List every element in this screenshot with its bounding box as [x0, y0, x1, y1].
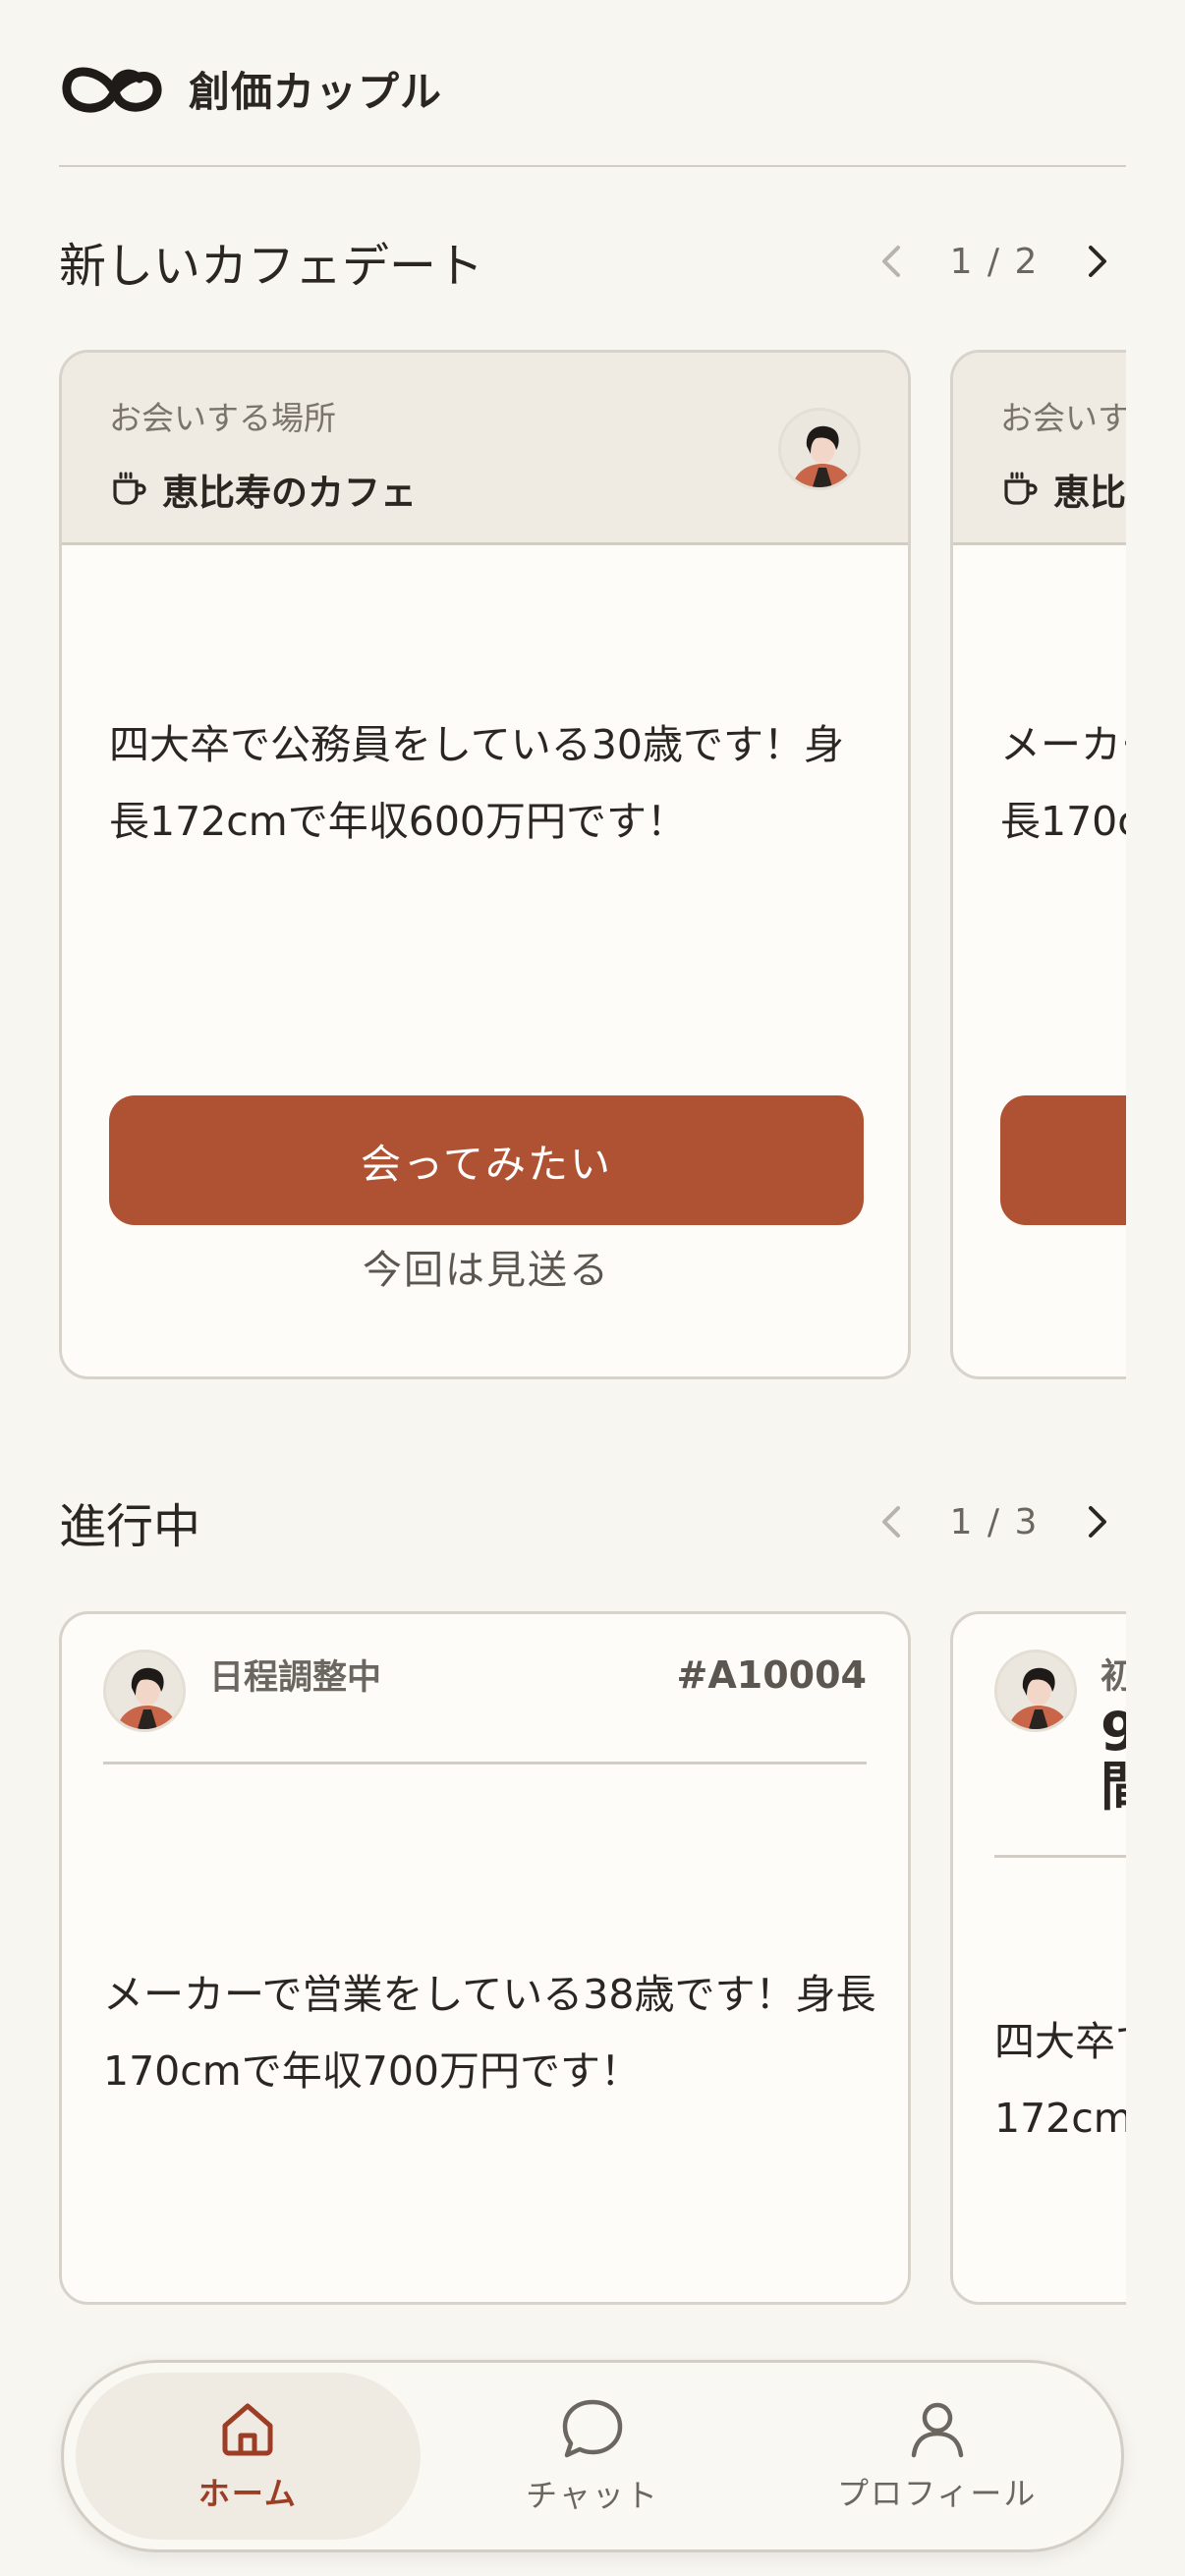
place-name: 恵比寿のカフェ: [1053, 472, 1126, 514]
place-row: 恵比寿のカフェ: [1000, 463, 1126, 516]
status-label: 日程調整中: [209, 1658, 382, 1698]
cafe-section-header: 新しいカフェデート 1 / 2: [59, 227, 1126, 296]
bottom-nav: ホーム チャット プロフィール: [61, 2360, 1124, 2552]
chat-icon: [562, 2399, 623, 2458]
status-label: 初 9 間: [1100, 1650, 1126, 1815]
cafe-date-card: お会いする場所 恵比寿のカフェ メーカーで営業をしている38歳です！身長170c…: [950, 350, 1126, 1379]
chevron-left-icon[interactable]: [867, 1497, 916, 1546]
coffee-cup-icon: [1004, 472, 1038, 505]
status-detail: 9: [1100, 1705, 1126, 1760]
avatar: [103, 1650, 186, 1732]
profile-intro: メーカーで営業をしている38歳です！身長170cmで年収700万円です！: [1000, 721, 1126, 845]
chevron-right-icon[interactable]: [1073, 237, 1122, 286]
place-caption: お会いする場所: [1000, 399, 1126, 437]
nav-item-home[interactable]: ホーム: [76, 2373, 421, 2540]
card-divider: [994, 1855, 1126, 1858]
want-to-meet-button[interactable]: [1000, 1095, 1126, 1225]
profile-intro: 四大卒で公務員をしている30歳です！身長172cmで年収600万円です！: [109, 721, 844, 845]
progress-pager-text: 1 / 3: [949, 1501, 1040, 1542]
avatar: [778, 408, 861, 490]
in-progress-card[interactable]: 初 9 間 四大卒で公務員をしている30歳です！身長172cmで年収600万円で…: [950, 1611, 1126, 2305]
progress-pager: 1 / 3: [867, 1497, 1122, 1546]
coffee-cup-icon: [113, 472, 146, 505]
nav-item-profile[interactable]: プロフィール: [764, 2373, 1109, 2540]
place-name: 恵比寿のカフェ: [162, 472, 417, 514]
skip-button[interactable]: 今回は見送る: [109, 1217, 864, 1316]
cafe-pager-text: 1 / 2: [949, 241, 1040, 282]
chevron-left-icon[interactable]: [867, 237, 916, 286]
cafe-section-title: 新しいカフェデート: [59, 239, 484, 294]
profile-intro: 四大卒で公務員をしている30歳です！身長172cmで年収600万円です！: [994, 2018, 1126, 2142]
home-icon: [222, 2403, 273, 2456]
infinity-logo-icon: [62, 67, 162, 113]
match-id: #A10004: [676, 1653, 867, 1697]
status-text: 初: [1100, 1650, 1126, 1705]
status-detail: 間: [1100, 1760, 1126, 1815]
progress-section-title: 進行中: [59, 1499, 201, 1554]
card-divider: [103, 1762, 867, 1764]
progress-carousel[interactable]: 日程調整中 #A10004 メーカーで営業をしている38歳です！身長170cmで…: [59, 1611, 1126, 2309]
header-divider: [59, 165, 1126, 167]
chevron-right-icon[interactable]: [1073, 1497, 1122, 1546]
profile-icon: [911, 2402, 963, 2458]
app-header: 創価カップル: [59, 47, 442, 130]
card-place-header: お会いする場所 恵比寿のカフェ: [953, 353, 1126, 545]
app-title: 創価カップル: [189, 67, 443, 116]
in-progress-card[interactable]: 日程調整中 #A10004 メーカーで営業をしている38歳です！身長170cmで…: [59, 1611, 911, 2305]
want-to-meet-button[interactable]: 会ってみたい: [109, 1095, 864, 1225]
nav-item-chat[interactable]: チャット: [421, 2373, 765, 2540]
nav-label-chat: チャット: [526, 2477, 659, 2514]
home-screen: 創価カップル 新しいカフェデート 1 / 2 お会いする場所 恵比寿のカフェ 四…: [0, 0, 1185, 2576]
profile-intro: メーカーで営業をしている38歳です！身長170cmで年収700万円です！: [103, 1971, 876, 2095]
card-place-header: お会いする場所 恵比寿のカフェ: [62, 353, 908, 545]
cafe-date-card: お会いする場所 恵比寿のカフェ 四大卒で公務員をしている30歳です！身長172c…: [59, 350, 911, 1379]
avatar: [994, 1650, 1077, 1732]
progress-section-header: 進行中 1 / 3: [59, 1487, 1126, 1556]
nav-label-profile: プロフィール: [836, 2475, 1038, 2512]
nav-label-home: ホーム: [198, 2475, 298, 2512]
cafe-carousel[interactable]: お会いする場所 恵比寿のカフェ 四大卒で公務員をしている30歳です！身長172c…: [59, 350, 1126, 1383]
cafe-pager: 1 / 2: [867, 237, 1122, 286]
